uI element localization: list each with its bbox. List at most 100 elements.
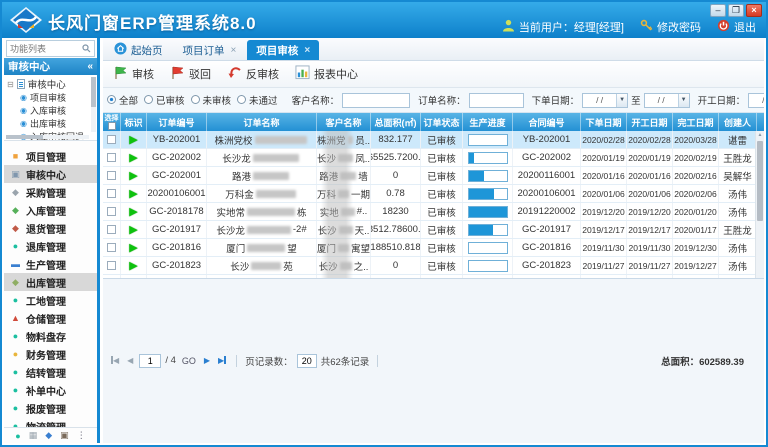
table-row[interactable]: ▶YB-202001株洲党校株洲党员..832.177已审核YB-2020012… — [103, 131, 764, 149]
prev-page-button[interactable]: ◀ — [125, 356, 135, 365]
restore-button[interactable]: ❐ — [728, 4, 744, 17]
tree-horizontal-scrollbar[interactable] — [6, 135, 89, 139]
tab-项目审核[interactable]: 项目审核× — [247, 40, 319, 60]
table-row[interactable]: ▶GC-2018178实地常栋实地#..18230已审核201912200022… — [103, 203, 764, 221]
radio-1[interactable]: 已审核 — [144, 93, 185, 107]
column-header-3[interactable]: 订单名称 — [207, 113, 317, 131]
radio-0[interactable]: 全部 — [107, 93, 138, 107]
row-checkbox[interactable] — [107, 243, 116, 252]
row-checkbox[interactable] — [107, 135, 116, 144]
table-row[interactable]: ▶GC-201917长沙龙-2#长沙天..8512.78600..已审核GC-2… — [103, 221, 764, 239]
tree-vertical-scrollbar[interactable] — [91, 77, 96, 132]
select-all-checkbox[interactable] — [108, 122, 116, 130]
undo-arrow-button[interactable]: 反审核 — [223, 63, 287, 85]
order-date-from-input[interactable]: / / ▼ — [582, 93, 628, 108]
order-date-to-input[interactable]: / / ▼ — [644, 93, 690, 108]
column-header-11[interactable]: 完工日期 — [673, 113, 719, 131]
calendar-dropdown-icon[interactable]: ▼ — [616, 94, 627, 107]
row-checkbox[interactable] — [107, 153, 116, 162]
radio-2[interactable]: 未审核 — [191, 93, 232, 107]
report-icon[interactable]: ▣ — [60, 430, 69, 441]
column-header-2[interactable]: 订单编号 — [147, 113, 207, 131]
go-button[interactable]: GO — [180, 356, 198, 366]
page-number-input[interactable] — [139, 354, 161, 368]
green-flag-icon: ▶ — [129, 223, 137, 236]
customer-name-input[interactable] — [342, 93, 410, 108]
tree-root-audit-center[interactable]: ⊟ 审核中心 — [7, 77, 89, 91]
minimize-button[interactable]: – — [710, 4, 726, 17]
grid-vertical-scrollbar[interactable]: ▲ ▼ — [755, 131, 764, 278]
sidebar-item-5[interactable]: ●退库管理 — [4, 237, 97, 255]
logout-button[interactable]: 退出 — [717, 19, 756, 35]
next-page-button[interactable]: ▶ — [202, 356, 212, 365]
module-dot-icon[interactable]: ● — [15, 431, 20, 441]
sidebar-item-7[interactable]: ◆出库管理 — [4, 273, 97, 291]
close-button[interactable]: × — [746, 4, 762, 17]
report-chart-button[interactable]: 报表中心 — [291, 63, 366, 85]
column-header-1[interactable]: 标识 — [121, 113, 147, 131]
calendar-dropdown-icon[interactable]: ▼ — [678, 94, 689, 107]
tree-item-2[interactable]: ◉出库审核 — [7, 117, 89, 130]
sidebar-item-11[interactable]: ●财务管理 — [4, 345, 97, 363]
sidebar-item-0[interactable]: ■项目管理 — [4, 147, 97, 165]
flag-green-button[interactable]: 审核 — [109, 63, 162, 85]
tree-item-1[interactable]: ◉入库审核 — [7, 104, 89, 117]
change-password-button[interactable]: 修改密码 — [640, 19, 701, 35]
flag-red-button[interactable]: 驳回 — [166, 63, 219, 85]
row-checkbox[interactable] — [107, 207, 116, 216]
sidebar-item-1[interactable]: ▣审核中心 — [4, 165, 97, 183]
tree-collapse-icon[interactable]: ⊟ — [7, 80, 14, 89]
sidebar-item-13[interactable]: ●补单中心 — [4, 381, 97, 399]
sidebar-item-8[interactable]: ●工地管理 — [4, 291, 97, 309]
tab-起始页[interactable]: 起始页 — [105, 40, 172, 60]
page-size-input[interactable] — [297, 354, 317, 368]
table-row[interactable]: ▶GC-201816厦门望厦门寓望188510.818已审核GC-2018162… — [103, 239, 764, 257]
column-header-6[interactable]: 订单状态 — [421, 113, 463, 131]
table-row[interactable]: ▶GC-201925常德龙10常德原..266077.835..已审核GC-20… — [103, 275, 764, 278]
order-name-input[interactable] — [469, 93, 524, 108]
row-checkbox[interactable] — [107, 189, 116, 198]
column-header-12[interactable]: 创建人 — [719, 113, 757, 131]
radio-3[interactable]: 未通过 — [237, 93, 278, 107]
sidebar-item-12[interactable]: ●结转管理 — [4, 363, 97, 381]
collapse-chevron-icon[interactable]: « — [87, 61, 93, 72]
sidebar-item-9[interactable]: ▲仓储管理 — [4, 309, 97, 327]
sidebar-item-15[interactable]: ●物流管理 — [4, 417, 97, 427]
column-header-0[interactable]: 选择 — [103, 113, 121, 131]
table-row[interactable]: ▶GC-201823长沙苑长沙之..0已审核GC-2018232019/11/2… — [103, 257, 764, 275]
table-row[interactable]: ▶GC-202001路港路港墙0已审核202001160012020/01/16… — [103, 167, 764, 185]
column-header-4[interactable]: 客户名称 — [317, 113, 371, 131]
first-page-button[interactable]: ◀ — [109, 356, 121, 365]
edit-icon[interactable]: ◆ — [45, 430, 52, 441]
row-checkbox[interactable] — [107, 261, 116, 270]
column-header-10[interactable]: 开工日期 — [627, 113, 673, 131]
column-header-8[interactable]: 合同编号 — [513, 113, 581, 131]
table-row[interactable]: ▶GC-202002长沙龙长沙凤..65525.7200..已审核GC-2020… — [103, 149, 764, 167]
tab-close-icon[interactable]: × — [231, 45, 237, 56]
row-checkbox[interactable] — [107, 225, 116, 234]
row-checkbox[interactable] — [107, 171, 116, 180]
column-header-5[interactable]: 总面积(㎡) — [371, 113, 421, 131]
tab-close-icon[interactable]: × — [304, 45, 310, 56]
scroll-up-icon[interactable]: ▲ — [756, 131, 764, 140]
vertical-scroll-thumb[interactable] — [757, 141, 763, 221]
start-date-input[interactable]: / / ▼ — [748, 93, 764, 108]
column-header-7[interactable]: 生产进度 — [463, 113, 513, 131]
order-date-label: 下单日期： — [532, 93, 580, 107]
sidebar-item-2[interactable]: ◆采购管理 — [4, 183, 97, 201]
sidebar-panel-header[interactable]: 审核中心 « — [4, 58, 97, 75]
radio-label: 未通过 — [249, 93, 278, 107]
search-input[interactable] — [10, 44, 82, 54]
column-header-9[interactable]: 下单日期 — [581, 113, 627, 131]
sidebar-item-3[interactable]: ◆入库管理 — [4, 201, 97, 219]
sidebar-item-6[interactable]: ▬生产管理 — [4, 255, 97, 273]
tree-item-0[interactable]: ◉项目审核 — [7, 91, 89, 104]
more-icon[interactable]: ⋮ — [77, 430, 86, 441]
last-page-button[interactable]: ▶ — [216, 356, 228, 365]
sidebar-item-14[interactable]: ●报废管理 — [4, 399, 97, 417]
sidebar-item-10[interactable]: ●物料盘存 — [4, 327, 97, 345]
sidebar-item-4[interactable]: ◆退货管理 — [4, 219, 97, 237]
table-row[interactable]: ▶20200106001万科金万科一期0.78已审核20200106001202… — [103, 185, 764, 203]
tab-项目订单[interactable]: 项目订单× — [174, 40, 246, 60]
cart-icon[interactable]: ▦ — [29, 430, 38, 441]
